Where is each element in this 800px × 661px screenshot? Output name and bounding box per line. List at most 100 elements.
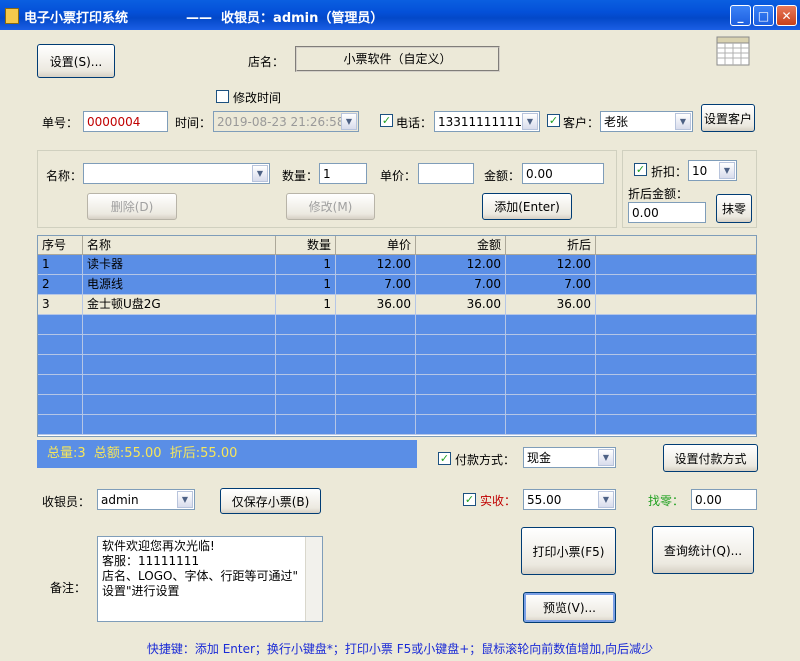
- chevron-down-icon[interactable]: ▼: [598, 491, 614, 508]
- customer-label: 客户：: [563, 116, 600, 130]
- table-header[interactable]: 折后: [506, 236, 596, 255]
- round-off-button[interactable]: 抹零: [716, 194, 752, 223]
- memo-textarea[interactable]: 软件欢迎您再次光临! 客服：11111111 店名、LOGO、字体、行距等可通过…: [97, 536, 323, 622]
- item-name-select[interactable]: ▼: [83, 163, 270, 184]
- table-cell-empty: [416, 335, 506, 355]
- payment-method-checkbox[interactable]: ✓: [438, 452, 451, 465]
- chevron-down-icon[interactable]: ▼: [522, 113, 538, 130]
- price-label: 单价：: [380, 169, 417, 183]
- table-cell-empty: [596, 315, 756, 335]
- payment-method-select[interactable]: 现金 ▼: [523, 447, 616, 468]
- price-input[interactable]: [418, 163, 474, 184]
- memo-line: 店名、LOGO、字体、行距等可通过": [102, 569, 298, 583]
- items-table[interactable]: 序号 名称 数量 单价 金额 折后 1 读卡器 1 12.00 12.00 12…: [37, 235, 757, 437]
- title-bar[interactable]: 电子小票打印系统 —— 收银员：admin（管理员） _ □ ✕: [0, 0, 800, 30]
- chevron-down-icon[interactable]: ▼: [177, 491, 193, 508]
- received-select[interactable]: 55.00 ▼: [523, 489, 616, 510]
- table-cell-empty: [596, 335, 756, 355]
- modify-time-checkbox[interactable]: [216, 90, 229, 103]
- store-name-label: 店名：: [248, 55, 285, 69]
- time-picker[interactable]: 2019-08-23 21:26:58 ▼: [213, 111, 359, 132]
- maximize-button[interactable]: □: [753, 5, 774, 26]
- table-cell-empty: [506, 335, 596, 355]
- phone-checkbox[interactable]: ✓: [380, 114, 393, 127]
- customer-select[interactable]: 老张 ▼: [600, 111, 693, 132]
- settings-button[interactable]: 设置(S)...: [37, 44, 115, 78]
- table-header[interactable]: 单价: [336, 236, 416, 255]
- table-row-empty: [38, 395, 756, 415]
- memo-scrollbar[interactable]: [305, 537, 322, 621]
- print-receipt-button[interactable]: 打印小票(F5): [521, 527, 616, 575]
- phone-value: 13311111111: [438, 115, 522, 129]
- table-cell-empty: [276, 355, 336, 375]
- table-cell-filler: [596, 255, 756, 275]
- table-cell-empty: [596, 415, 756, 435]
- table-row[interactable]: 3 金士顿U盘2G 1 36.00 36.00 36.00: [38, 295, 756, 315]
- table-row-empty: [38, 375, 756, 395]
- calendar-icon[interactable]: [716, 34, 750, 66]
- time-value: 2019-08-23 21:26:58: [217, 115, 345, 129]
- chevron-down-icon[interactable]: ▼: [252, 165, 268, 182]
- shortcut-hint: 快捷键：添加 Enter；换行小键盘*；打印小票 F5或小键盘+；鼠标滚轮向前数…: [146, 642, 654, 656]
- table-row-empty: [38, 335, 756, 355]
- summary-bar: 总量:3 总额:55.00 折后:55.00: [37, 440, 417, 468]
- table-row[interactable]: 2 电源线 1 7.00 7.00 7.00: [38, 275, 756, 295]
- minimize-button[interactable]: _: [730, 5, 751, 26]
- phone-select[interactable]: 13311111111 ▼: [434, 111, 540, 132]
- table-cell-empty: [38, 355, 83, 375]
- chevron-down-icon[interactable]: ▼: [719, 162, 735, 179]
- table-header[interactable]: 序号: [38, 236, 83, 255]
- modify-button[interactable]: 修改(M): [286, 193, 375, 220]
- table-cell: 2: [38, 275, 83, 295]
- table-cell-empty: [506, 395, 596, 415]
- payment-method-value: 现金: [527, 451, 552, 465]
- table-cell: 电源线: [83, 275, 276, 295]
- set-customer-button[interactable]: 设置客户: [701, 104, 755, 132]
- chevron-down-icon[interactable]: ▼: [598, 449, 614, 466]
- change-input[interactable]: 0.00: [691, 489, 757, 510]
- preview-button[interactable]: 预览(V)...: [523, 592, 616, 623]
- table-cell-empty: [506, 415, 596, 435]
- table-header[interactable]: 数量: [276, 236, 336, 255]
- table-cell-empty: [336, 375, 416, 395]
- delete-button[interactable]: 删除(D): [87, 193, 177, 220]
- table-cell-empty: [83, 335, 276, 355]
- table-cell-empty: [506, 355, 596, 375]
- discount-checkbox[interactable]: ✓: [634, 163, 647, 176]
- save-only-button[interactable]: 仅保存小票(B): [220, 488, 321, 514]
- chevron-down-icon[interactable]: ▼: [675, 113, 691, 130]
- table-cell-empty: [38, 375, 83, 395]
- table-cell-empty: [596, 395, 756, 415]
- received-checkbox[interactable]: ✓: [463, 493, 476, 506]
- table-cell-empty: [38, 415, 83, 435]
- close-button[interactable]: ✕: [776, 5, 797, 26]
- chevron-down-icon[interactable]: ▼: [341, 113, 357, 130]
- table-cell-empty: [83, 415, 276, 435]
- discount-select[interactable]: 10 ▼: [688, 160, 737, 181]
- customer-checkbox[interactable]: ✓: [547, 114, 560, 127]
- amount-input[interactable]: 0.00: [522, 163, 604, 184]
- cashier-select[interactable]: admin ▼: [97, 489, 195, 510]
- table-cell-empty: [38, 395, 83, 415]
- table-cell: 12.00: [416, 255, 506, 275]
- table-cell-empty: [83, 395, 276, 415]
- set-payment-method-button[interactable]: 设置付款方式: [663, 444, 758, 472]
- table-cell: 3: [38, 295, 83, 315]
- table-cell-empty: [596, 375, 756, 395]
- table-row-empty: [38, 415, 756, 435]
- received-label: 实收：: [480, 494, 517, 508]
- table-cell: 36.00: [336, 295, 416, 315]
- qty-input[interactable]: 1: [319, 163, 367, 184]
- table-cell: 7.00: [506, 275, 596, 295]
- order-number-input[interactable]: 0000004: [83, 111, 168, 132]
- table-header[interactable]: 金额: [416, 236, 506, 255]
- table-cell-empty: [83, 315, 276, 335]
- table-header[interactable]: 名称: [83, 236, 276, 255]
- add-button[interactable]: 添加(Enter): [482, 193, 572, 220]
- qty-label: 数量：: [282, 169, 319, 183]
- table-cell-empty: [506, 375, 596, 395]
- discounted-amount-input[interactable]: 0.00: [628, 202, 706, 223]
- query-stats-button[interactable]: 查询统计(Q)...: [652, 526, 754, 574]
- table-row[interactable]: 1 读卡器 1 12.00 12.00 12.00: [38, 255, 756, 275]
- table-cell-empty: [416, 415, 506, 435]
